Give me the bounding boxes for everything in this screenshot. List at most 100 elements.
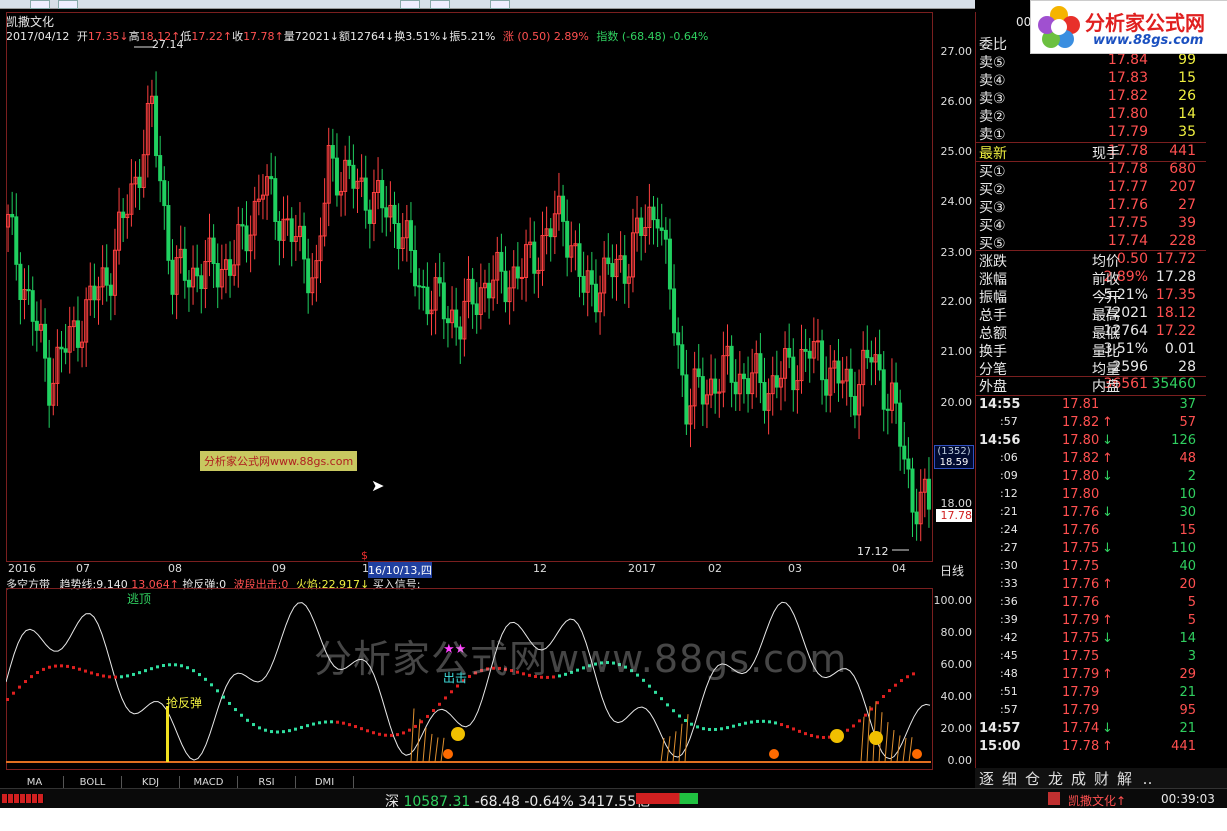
candle-body <box>762 382 767 411</box>
candle-body <box>121 211 126 219</box>
stat-row: 涨幅 2.89% 前收 17.28 <box>979 269 1196 288</box>
candle-body <box>791 356 796 391</box>
candle-body <box>774 375 779 388</box>
tab-more[interactable]: ‥ <box>1136 770 1159 788</box>
tab-tick[interactable]: 逐 <box>975 768 998 788</box>
band-dot <box>162 664 165 668</box>
candle-body <box>437 277 442 284</box>
tick-row: :27 17.75 ↓ 110 <box>1000 541 1196 556</box>
sell-row[interactable]: 卖⑤ 17.84 99 <box>976 52 1206 71</box>
flame-spike <box>434 737 439 763</box>
band-dot <box>54 664 57 668</box>
alert-icon[interactable] <box>1048 792 1060 805</box>
band-dot <box>750 720 753 724</box>
band-dot <box>216 689 219 693</box>
candle-body <box>75 320 80 348</box>
tick-row: 14:56 17.80 ↓ 126 <box>979 433 1196 448</box>
band-dot <box>384 733 387 737</box>
band-dot <box>654 690 657 694</box>
ind-tick: 40.00 <box>940 690 973 703</box>
candle-body <box>815 340 820 343</box>
buy-row[interactable]: 买⑤ 17.74 228 <box>976 233 1206 252</box>
toolbar-button[interactable] <box>490 0 510 9</box>
tab-finance[interactable]: 财 <box>1090 768 1113 788</box>
candle-body <box>92 285 97 301</box>
buy-row[interactable]: 买① 17.78 680 <box>976 161 1206 180</box>
candle-body <box>199 275 204 290</box>
logo-url: www.88gs.com <box>1093 33 1204 48</box>
band-dot <box>426 714 429 718</box>
band-dot <box>30 675 33 679</box>
tab-detail[interactable]: 细 <box>998 768 1021 788</box>
band-dot <box>204 677 207 681</box>
signal-dot <box>769 749 779 759</box>
tab-deal[interactable]: 成 <box>1067 768 1090 788</box>
candle-body <box>384 207 389 218</box>
band-dot <box>222 695 225 699</box>
stock-tag[interactable]: 凯撒文化↑ <box>1068 792 1126 809</box>
tab-position[interactable]: 仓 <box>1021 768 1044 788</box>
band-dot <box>744 721 747 725</box>
tab-explain[interactable]: 解 <box>1113 768 1136 788</box>
candle-body <box>676 332 681 346</box>
tick-row: :36 17.76 5 <box>1000 595 1196 610</box>
price-tick: 22.00 <box>940 295 973 308</box>
band-dot <box>792 727 795 731</box>
toolbar-button[interactable] <box>400 0 420 9</box>
sell-row[interactable]: 卖③ 17.82 26 <box>976 88 1206 107</box>
candle-body <box>593 283 598 313</box>
buy-row[interactable]: 买③ 17.76 27 <box>976 197 1206 216</box>
date-label: 2017 <box>628 562 656 575</box>
candle-body <box>425 286 430 315</box>
cursor-box: (1352) 18.59 <box>934 445 974 469</box>
toolbar-button[interactable] <box>58 0 78 9</box>
candle-body <box>659 227 664 231</box>
band-dot <box>186 666 189 670</box>
candle-body <box>926 478 931 510</box>
band-dot <box>300 725 303 729</box>
band-dot <box>780 723 783 727</box>
high-marker: 27.14 <box>152 38 184 51</box>
toolbar-button[interactable] <box>430 0 450 9</box>
band-dot <box>396 733 399 737</box>
candle-body <box>186 279 191 288</box>
band-dot <box>144 669 147 673</box>
sell-row[interactable]: 卖② 17.80 14 <box>976 106 1206 125</box>
candle-body <box>894 382 899 404</box>
sell-row[interactable]: 卖④ 17.83 15 <box>976 70 1206 89</box>
candle-body <box>655 219 660 229</box>
band-dot <box>258 726 261 730</box>
candle-body <box>43 323 48 359</box>
date-label: 2016 <box>8 562 36 575</box>
band-dot <box>648 684 651 688</box>
tick-row: :30 17.75 40 <box>1000 559 1196 574</box>
band-dot <box>900 679 903 683</box>
buy-row[interactable]: 买② 17.77 207 <box>976 179 1206 198</box>
tick-row: :33 17.76 ↑ 20 <box>1000 577 1196 592</box>
flame-spike <box>440 737 445 763</box>
candle-body <box>729 345 734 383</box>
buy-row[interactable]: 买④ 17.75 39 <box>976 215 1206 234</box>
band-dot <box>810 734 813 738</box>
candle-body <box>914 511 919 525</box>
band-dot <box>198 673 201 677</box>
band-dot <box>138 671 141 675</box>
period-button[interactable]: 日线 <box>940 562 964 579</box>
flame-spike <box>860 716 865 763</box>
candle-body <box>548 228 553 238</box>
band-dot <box>678 714 681 718</box>
candle-body <box>577 243 582 277</box>
flower-logo-icon <box>1037 5 1081 49</box>
tick-row: :45 17.75 3 <box>1000 649 1196 664</box>
kline-chart[interactable] <box>6 12 932 561</box>
band-dot <box>738 723 741 727</box>
watermark-banner: 分析家公式网www.88gs.com <box>200 451 358 471</box>
candle-body <box>396 223 401 250</box>
volume-ratio-bar <box>636 793 698 804</box>
sell-row[interactable]: 卖① 17.79 35 <box>976 124 1206 143</box>
band-dot <box>6 698 9 701</box>
band-dot <box>408 728 411 732</box>
tab-dragon[interactable]: 龙 <box>1044 768 1067 788</box>
clock: 00:39:03 <box>1161 792 1215 806</box>
toolbar-button[interactable] <box>30 0 50 9</box>
